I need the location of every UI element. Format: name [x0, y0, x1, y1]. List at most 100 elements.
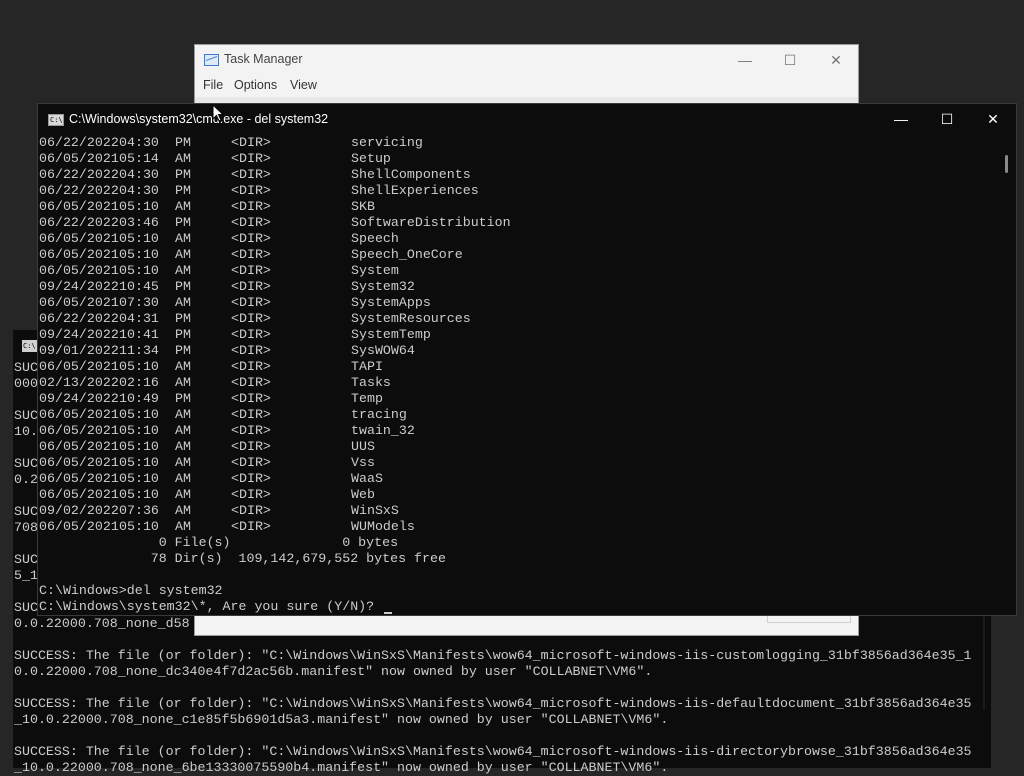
dir-entry-time: 05:10 — [119, 359, 159, 374]
maximize-button[interactable]: ☐ — [767, 49, 813, 71]
menu-file[interactable]: File — [203, 78, 223, 92]
minimize-button[interactable]: — — [878, 104, 924, 135]
dir-entry-date: 09/24/2022 — [39, 327, 119, 342]
dir-entry-time: 05:10 — [119, 439, 159, 454]
console-output[interactable]: 06/22/2022 04:30 PM <DIR> servicing 06/05/202… — [39, 135, 999, 615]
dir-entry-row: 06/05/2021 05:10 AM <DIR> Speech_OneCore — [39, 247, 999, 263]
dir-entry-type: <DIR> — [231, 327, 271, 342]
text-cursor — [384, 612, 393, 614]
dir-entry-row: 09/02/2022 07:36 AM <DIR> WinSxS — [39, 503, 999, 519]
dir-entry-type: <DIR> — [231, 471, 271, 486]
dir-entry-time: 10:41 — [119, 327, 159, 342]
dir-entry-ampm: AM — [175, 359, 191, 374]
dir-entry-name: Temp — [351, 391, 383, 406]
dir-entry-ampm: AM — [175, 519, 191, 534]
dir-entry-time: 04:30 — [119, 135, 159, 150]
dir-entry-name: SystemApps — [351, 295, 431, 310]
dir-entry-ampm: AM — [175, 151, 191, 166]
dir-entry-name: servicing — [351, 135, 423, 150]
dir-entry-date: 06/05/2021 — [39, 295, 119, 310]
dir-entry-type: <DIR> — [231, 263, 271, 278]
dir-entry-type: <DIR> — [231, 423, 271, 438]
command-line: C:\Windows>del system32 — [39, 583, 223, 598]
scrollbar-thumb[interactable] — [1005, 155, 1008, 173]
dir-entry-type: <DIR> — [231, 167, 271, 182]
console-line: SUCCESS: The file (or folder): "C:\Windo… — [14, 744, 972, 759]
dir-entry-name: tracing — [351, 407, 407, 422]
console-title: C:\Windows\system32\cmd.exe - del system… — [69, 112, 329, 126]
console-scrollbar[interactable] — [1001, 135, 1013, 615]
dir-entry-time: 10:45 — [119, 279, 159, 294]
dir-entry-row: 06/05/2021 05:10 AM <DIR> Web — [39, 487, 999, 503]
task-manager-titlebar[interactable]: Task Manager — ☐ ✕ — [195, 45, 858, 75]
dir-entry-time: 05:10 — [119, 407, 159, 422]
minimize-button[interactable]: — — [722, 49, 768, 71]
dir-entry-time: 04:31 — [119, 311, 159, 326]
dir-entry-ampm: PM — [175, 135, 191, 150]
prompt-text: C:\Windows\system32\*, Are you sure (Y/N… — [39, 599, 375, 614]
console-titlebar[interactable]: C:\Windows\system32\cmd.exe - del system… — [38, 104, 1016, 135]
dir-entry-name: System — [351, 263, 399, 278]
dir-entry-ampm: PM — [175, 343, 191, 358]
dir-entry-date: 09/24/2022 — [39, 279, 119, 294]
dir-entry-name: Vss — [351, 455, 375, 470]
dir-entry-ampm: AM — [175, 423, 191, 438]
dir-entry-name: WaaS — [351, 471, 383, 486]
dir-entry-date: 09/02/2022 — [39, 503, 119, 518]
dir-entry-date: 06/22/2022 — [39, 167, 119, 182]
dir-entry-ampm: AM — [175, 503, 191, 518]
dir-entry-type: <DIR> — [231, 487, 271, 502]
dir-entry-date: 06/05/2021 — [39, 423, 119, 438]
directory-listing: 06/22/2022 04:30 PM <DIR> servicing 06/05/202… — [39, 135, 999, 535]
dir-entry-date: 06/22/2022 — [39, 135, 119, 150]
summary-files: 0 File(s) 0 bytes — [39, 535, 399, 550]
dir-entry-type: <DIR> — [231, 295, 271, 310]
menu-options[interactable]: Options — [234, 78, 277, 92]
console-line: SUCCESS: The file (or folder): "C:\Windo… — [14, 648, 972, 663]
dir-entry-row: 06/05/2021 05:10 AM <DIR> UUS — [39, 439, 999, 455]
dir-entry-time: 05:10 — [119, 519, 159, 534]
dir-entry-name: WUModels — [351, 519, 415, 534]
close-button[interactable]: ✕ — [970, 104, 1016, 135]
dir-entry-name: TAPI — [351, 359, 383, 374]
dir-entry-row: 09/24/2022 10:45 PM <DIR> System32 — [39, 279, 999, 295]
dir-entry-type: <DIR> — [231, 311, 271, 326]
dir-entry-time: 03:46 — [119, 215, 159, 230]
dir-entry-row: 06/05/2021 05:10 AM <DIR> SKB — [39, 199, 999, 215]
dir-entry-date: 09/24/2022 — [39, 391, 119, 406]
dir-entry-date: 06/05/2021 — [39, 471, 119, 486]
dir-entry-time: 05:10 — [119, 455, 159, 470]
dir-entry-ampm: AM — [175, 487, 191, 502]
dir-entry-name: SKB — [351, 199, 375, 214]
dir-entry-name: System32 — [351, 279, 415, 294]
dir-entry-row: 06/05/2021 05:10 AM <DIR> System — [39, 263, 999, 279]
maximize-button[interactable]: ☐ — [924, 104, 970, 135]
task-manager-icon — [204, 54, 219, 66]
dir-entry-date: 06/05/2021 — [39, 263, 119, 278]
dir-entry-row: 06/05/2021 07:30 AM <DIR> SystemApps — [39, 295, 999, 311]
dir-entry-type: <DIR> — [231, 215, 271, 230]
console-window[interactable]: C:\Windows\system32\cmd.exe - del system… — [38, 104, 1016, 615]
dir-entry-type: <DIR> — [231, 519, 271, 534]
dir-entry-name: ShellComponents — [351, 167, 471, 182]
dir-entry-name: ShellExperiences — [351, 183, 479, 198]
dir-entry-row: 06/22/2022 04:30 PM <DIR> ShellExperiences — [39, 183, 999, 199]
prompt-line[interactable]: C:\Windows\system32\*, Are you sure (Y/N… — [39, 599, 999, 615]
dir-entry-name: Speech_OneCore — [351, 247, 463, 262]
dir-entry-name: SysWOW64 — [351, 343, 415, 358]
dir-entry-row: 09/01/2022 11:34 PM <DIR> SysWOW64 — [39, 343, 999, 359]
dir-entry-ampm: AM — [175, 199, 191, 214]
dir-entry-type: <DIR> — [231, 503, 271, 518]
dir-entry-time: 05:10 — [119, 231, 159, 246]
summary-dirs: 78 Dir(s) 109,142,679,552 bytes free — [39, 551, 446, 566]
menu-view[interactable]: View — [290, 78, 317, 92]
close-button[interactable]: ✕ — [813, 49, 859, 71]
console-line: 0.0.22000.708_none_dc340e4f7d2ac56b.mani… — [14, 664, 653, 679]
dir-entry-date: 06/05/2021 — [39, 231, 119, 246]
dir-entry-type: <DIR> — [231, 375, 271, 390]
dir-entry-date: 06/22/2022 — [39, 183, 119, 198]
dir-entry-ampm: AM — [175, 263, 191, 278]
dir-entry-type: <DIR> — [231, 199, 271, 214]
mouse-pointer-icon — [212, 104, 224, 122]
